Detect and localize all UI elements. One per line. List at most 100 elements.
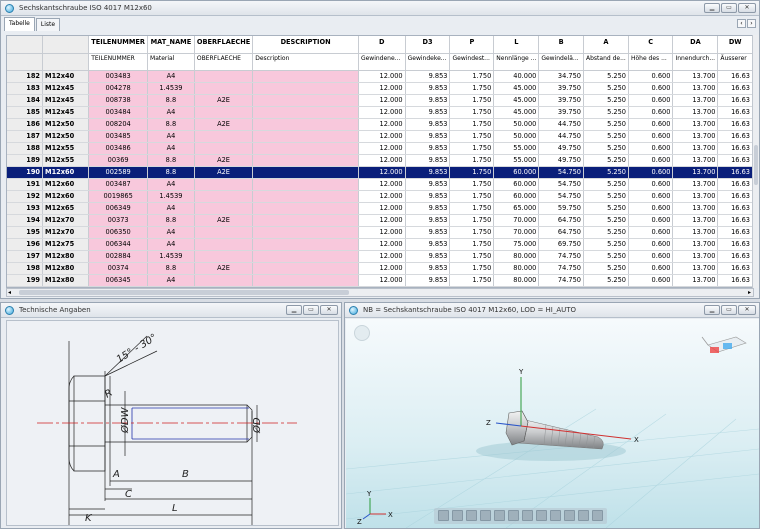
table-cell[interactable]: 00373 — [88, 214, 149, 227]
column-header-13[interactable]: DA — [672, 36, 719, 54]
table-cell[interactable]: 16.63 — [717, 274, 753, 287]
table-cell[interactable]: M12x40 — [42, 70, 90, 83]
table-row[interactable]: 195 M12x70 006350 A4 12.000 9.853 1.750 70.000 6… — [7, 226, 753, 239]
table-cell[interactable] — [252, 82, 359, 95]
column-header-3[interactable]: MAT_NAME — [147, 36, 195, 54]
column-subheader-4[interactable]: OBERFLAECHE — [194, 53, 254, 71]
table-row[interactable]: 197 M12x80 002884 1.4539 12.000 9.853 1.750 80.… — [7, 250, 753, 263]
table-row[interactable]: 188 M12x55 003486 A4 12.000 9.853 1.750 55.000 4… — [7, 142, 753, 155]
table-cell[interactable]: 13.700 — [672, 154, 719, 167]
table-cell[interactable]: 1.750 — [449, 94, 495, 107]
table-cell[interactable]: 12.000 — [358, 214, 406, 227]
table-row[interactable]: 196 M12x75 006344 A4 12.000 9.853 1.750 75.000 6… — [7, 238, 753, 251]
column-header-7[interactable]: D3 — [405, 36, 451, 54]
table-cell[interactable]: 006349 — [88, 202, 149, 215]
table-cell[interactable]: 9.853 — [405, 250, 451, 263]
table-cell[interactable]: M12x70 — [42, 226, 90, 239]
table-cell[interactable]: 8.8 — [147, 214, 195, 227]
column-header-10[interactable]: B — [538, 36, 584, 54]
table-cell[interactable]: 12.000 — [358, 226, 406, 239]
table-cell[interactable]: A2E — [194, 166, 254, 179]
table-cell[interactable]: 13.700 — [672, 166, 719, 179]
table-cell[interactable]: 16.63 — [717, 190, 753, 203]
table-cell[interactable]: 0.600 — [628, 178, 674, 191]
table-cell[interactable]: M12x60 — [42, 178, 90, 191]
table-row[interactable]: 192 M12x60 0019865 1.4539 12.000 9.853 1.750 60… — [7, 190, 753, 203]
table-cell[interactable]: 0.600 — [628, 238, 674, 251]
table-cell[interactable]: 9.853 — [405, 118, 451, 131]
table-cell[interactable]: 16.63 — [717, 154, 753, 167]
horizontal-scroll-thumb[interactable] — [19, 290, 349, 295]
table-cell[interactable]: 006344 — [88, 238, 149, 251]
table-cell[interactable]: 65.000 — [493, 202, 540, 215]
table-cell[interactable]: 74.750 — [538, 262, 584, 275]
table-cell[interactable]: 1.750 — [449, 226, 495, 239]
table-cell[interactable]: 185 — [7, 106, 44, 119]
table-cell[interactable]: M12x60 — [42, 190, 90, 203]
table-cell[interactable]: 50.000 — [493, 130, 540, 143]
table-cell[interactable] — [252, 214, 359, 227]
table-cell[interactable]: 9.853 — [405, 262, 451, 275]
table-cell[interactable]: 70.000 — [493, 226, 540, 239]
table-cell[interactable] — [252, 178, 359, 191]
column-header-5[interactable]: DESCRIPTION — [252, 36, 359, 54]
table-cell[interactable]: 45.000 — [493, 82, 540, 95]
table-cell[interactable] — [194, 82, 254, 95]
table-cell[interactable]: 13.700 — [672, 238, 719, 251]
table-cell[interactable]: 1.750 — [449, 118, 495, 131]
table-cell[interactable]: 5.250 — [583, 178, 629, 191]
view-tool-icon[interactable] — [466, 510, 477, 521]
table-cell[interactable]: 54.750 — [538, 166, 584, 179]
minimize-button[interactable]: ▁ — [704, 3, 720, 13]
table-cell[interactable]: 12.000 — [358, 106, 406, 119]
table-cell[interactable]: 70.000 — [493, 214, 540, 227]
table-cell[interactable]: 9.853 — [405, 154, 451, 167]
table-cell[interactable]: 13.700 — [672, 178, 719, 191]
vertical-scroll-thumb[interactable] — [754, 145, 758, 185]
view-tool-icon[interactable] — [438, 510, 449, 521]
table-cell[interactable]: 9.853 — [405, 226, 451, 239]
table-cell[interactable]: 8.8 — [147, 94, 195, 107]
table-cell[interactable]: A4 — [147, 178, 195, 191]
table-cell[interactable]: 5.250 — [583, 154, 629, 167]
table-cell[interactable] — [194, 250, 254, 263]
table-cell[interactable]: 54.750 — [538, 178, 584, 191]
table-cell[interactable]: M12x45 — [42, 94, 90, 107]
table-cell[interactable]: A4 — [147, 238, 195, 251]
view-tool-icon[interactable] — [578, 510, 589, 521]
table-cell[interactable]: 1.4539 — [147, 250, 195, 263]
table-cell[interactable] — [194, 70, 254, 83]
table-cell[interactable] — [194, 106, 254, 119]
table-cell[interactable] — [252, 142, 359, 155]
table-row[interactable]: 194 M12x70 00373 8.8 A2E 12.000 9.853 1.750 70.0… — [7, 214, 753, 227]
table-cell[interactable]: 60.000 — [493, 166, 540, 179]
table-cell[interactable]: 0.600 — [628, 190, 674, 203]
table-cell[interactable]: 1.750 — [449, 262, 495, 275]
column-subheader-5[interactable]: Description — [252, 53, 359, 71]
table-cell[interactable] — [252, 106, 359, 119]
table-cell[interactable]: 0.600 — [628, 202, 674, 215]
table-cell[interactable]: 13.700 — [672, 118, 719, 131]
table-cell[interactable] — [194, 226, 254, 239]
close-button[interactable]: ✕ — [738, 3, 756, 13]
table-cell[interactable]: 16.63 — [717, 250, 753, 263]
table-cell[interactable]: 80.000 — [493, 262, 540, 275]
table-cell[interactable]: 16.63 — [717, 262, 753, 275]
table-cell[interactable]: 00369 — [88, 154, 149, 167]
table-cell[interactable]: 12.000 — [358, 262, 406, 275]
tech-window-titlebar[interactable]: Technische Angaben ▁ ▭ ✕ — [1, 303, 341, 318]
table-cell[interactable]: 5.250 — [583, 202, 629, 215]
tab-tabelle[interactable]: Tabelle — [4, 17, 35, 31]
table-cell[interactable]: 9.853 — [405, 190, 451, 203]
close-button[interactable]: ✕ — [738, 305, 756, 315]
table-cell[interactable]: 60.000 — [493, 190, 540, 203]
table-cell[interactable]: 195 — [7, 226, 44, 239]
table-cell[interactable]: 12.000 — [358, 178, 406, 191]
table-cell[interactable]: 5.250 — [583, 214, 629, 227]
minimize-button[interactable]: ▁ — [704, 305, 720, 315]
table-cell[interactable]: 13.700 — [672, 106, 719, 119]
table-cell[interactable] — [252, 166, 359, 179]
table-cell[interactable]: 13.700 — [672, 250, 719, 263]
table-cell[interactable]: 1.750 — [449, 82, 495, 95]
table-cell[interactable]: 44.750 — [538, 118, 584, 131]
